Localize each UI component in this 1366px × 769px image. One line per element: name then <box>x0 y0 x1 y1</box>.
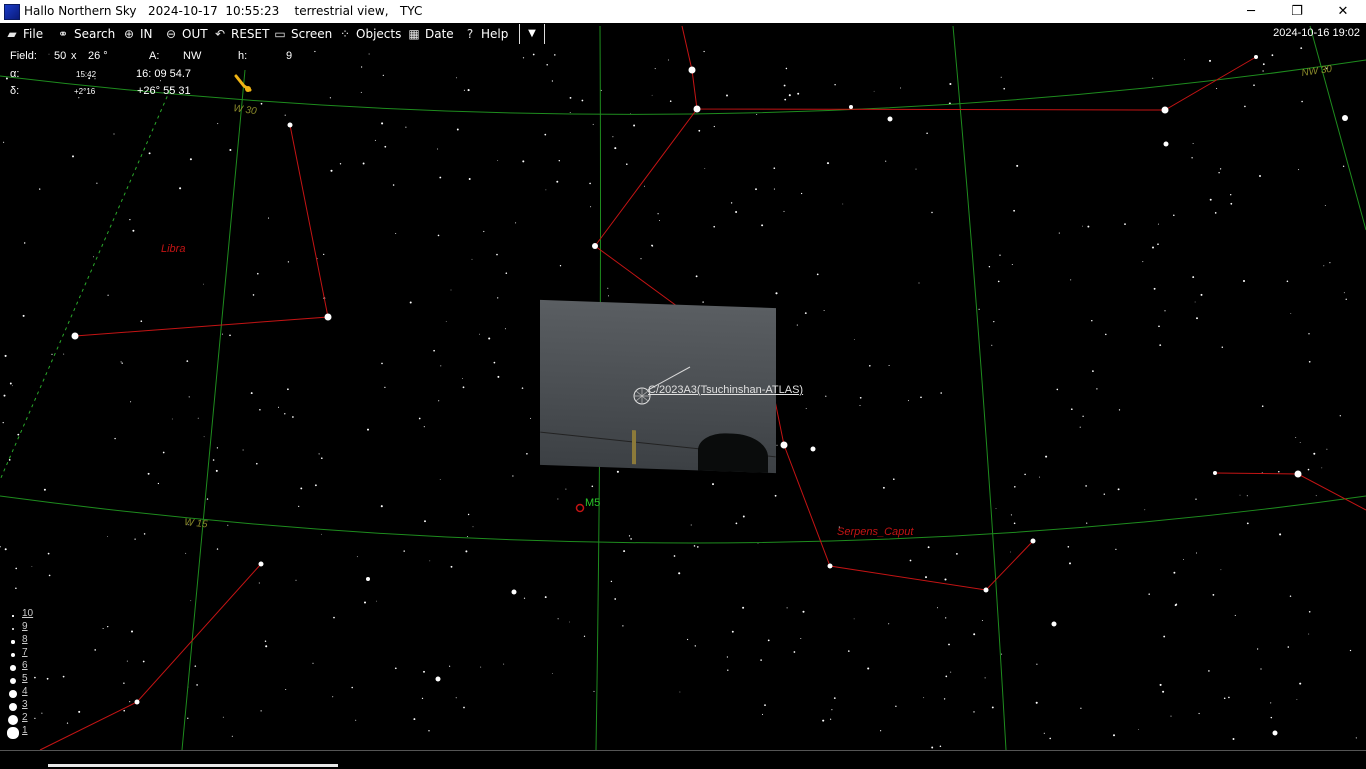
binoculars-icon: ⚭ <box>57 27 69 41</box>
menu-reset-label: RESET <box>231 27 270 41</box>
magnitude-dot <box>7 727 19 739</box>
altitude-value: 9 <box>286 50 293 62</box>
menu-objects[interactable]: ⁘ Objects <box>337 23 401 45</box>
zoom-in-icon: ⊕ <box>123 27 135 41</box>
monitor-icon: ▭ <box>274 27 286 41</box>
magnitude-dot <box>9 690 17 698</box>
magnitude-dot <box>12 615 14 617</box>
calendar-icon: ▦ <box>408 27 420 41</box>
menu-bar: ▰ File ⚭ Search ⊕ IN ⊖ OUT ↶ RESET ▭ Screen ⁘ O… <box>0 23 545 45</box>
restore-button[interactable]: ❐ <box>1274 0 1320 23</box>
magnitude-legend: 10 9 8 7 6 5 4 3 2 1 <box>6 608 36 746</box>
altitude-label: h: <box>238 50 248 62</box>
magnitude-dot <box>11 627 15 631</box>
magnitude-dot <box>8 702 18 712</box>
menu-dropdown-button[interactable]: ▼ <box>519 24 545 44</box>
magnitude-dot <box>8 715 18 725</box>
magnitude-label: 4 <box>22 686 28 697</box>
close-button[interactable]: ✕ <box>1320 0 1366 23</box>
magnitude-label: 7 <box>22 647 28 658</box>
magnitude-label: 8 <box>22 634 28 645</box>
minimize-button[interactable]: ─ <box>1228 0 1274 23</box>
title-bar: Hallo Northern Sky 2024-10-17 10:55:23 t… <box>0 0 1366 23</box>
magnitude-label: 10 <box>22 608 34 619</box>
magnitude-dot <box>10 665 16 671</box>
magnitude-label: 9 <box>22 621 28 632</box>
alpha-value: 16: 09 54.7 <box>136 68 192 80</box>
magnitude-dot <box>11 640 15 644</box>
app-icon <box>4 4 20 20</box>
comet-label[interactable]: C/2023A3(Tsuchinshan-ATLAS) <box>648 384 803 396</box>
delta-value: +26° 55 31 <box>137 85 191 97</box>
menu-screen-label: Screen <box>291 27 333 41</box>
folder-icon: ▰ <box>7 27 17 41</box>
objects-icon: ⁘ <box>339 27 351 41</box>
field-height: 26 ° <box>88 50 108 62</box>
status-bar <box>0 750 1366 769</box>
magnitude-dot <box>10 652 16 658</box>
menu-zoom-in[interactable]: ⊕ IN <box>121 23 153 45</box>
magnitude-label: 1 <box>22 725 28 736</box>
azimuth-value: NW <box>183 50 202 62</box>
menu-date-label: Date <box>425 27 454 41</box>
menu-zoom-out-label: OUT <box>182 27 208 41</box>
alpha-small: 15:42 <box>76 70 97 79</box>
menu-reset[interactable]: ↶ RESET <box>212 23 269 45</box>
magnitude-dot <box>9 677 17 685</box>
zoom-out-icon: ⊖ <box>165 27 177 41</box>
undo-icon: ↶ <box>214 27 226 41</box>
menu-date[interactable]: ▦ Date <box>406 23 454 45</box>
menu-zoom-in-label: IN <box>140 27 153 41</box>
sky-datetime: 2024-10-16 19:02 <box>1273 27 1360 39</box>
menu-file-label: File <box>23 27 44 41</box>
help-icon: ? <box>466 27 474 41</box>
field-label: Field: <box>10 50 37 62</box>
menu-help[interactable]: ? Help <box>462 23 509 45</box>
azimuth-label: A: <box>149 50 160 62</box>
magnitude-label: 6 <box>22 660 28 671</box>
magnitude-label: 2 <box>22 712 28 723</box>
magnitude-label: 5 <box>22 673 28 684</box>
menu-file[interactable]: ▰ File <box>4 23 43 45</box>
field-x: x <box>71 50 77 62</box>
field-width: 50 <box>54 50 67 62</box>
menu-search[interactable]: ⚭ Search <box>55 23 115 45</box>
delta-label: δ: <box>10 85 20 97</box>
menu-zoom-out[interactable]: ⊖ OUT <box>163 23 208 45</box>
magnitude-label: 3 <box>22 699 28 710</box>
delta-small: +2°16 <box>74 87 96 96</box>
status-progress <box>48 764 338 767</box>
menu-objects-label: Objects <box>356 27 402 41</box>
window-title: Hallo Northern Sky 2024-10-17 10:55:23 t… <box>24 4 423 18</box>
menu-search-label: Search <box>74 27 116 41</box>
menu-screen[interactable]: ▭ Screen <box>272 23 332 45</box>
alpha-label: α: <box>10 68 20 80</box>
menu-help-label: Help <box>481 27 509 41</box>
